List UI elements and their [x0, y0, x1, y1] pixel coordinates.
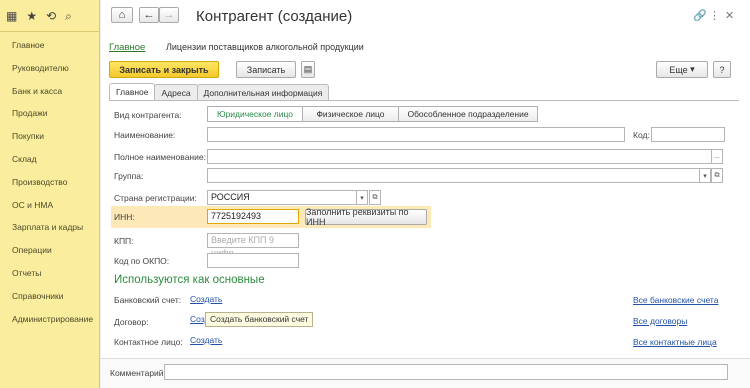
- open-icon[interactable]: ⧉: [711, 168, 723, 183]
- comment-bar: Комментарий:: [101, 358, 750, 388]
- all-contracts-link[interactable]: Все договоры: [633, 316, 687, 326]
- name-label: Наименование:: [114, 130, 176, 140]
- home-button[interactable]: ⌂: [111, 7, 133, 23]
- tooltip: Создать банковский счет: [205, 312, 314, 327]
- comment-label: Комментарий:: [110, 368, 166, 378]
- section-item[interactable]: Руководителю: [0, 57, 99, 80]
- section-item[interactable]: Справочники: [0, 285, 99, 308]
- country-dropdown-icon[interactable]: ▾: [356, 190, 368, 205]
- group-label: Группа:: [114, 171, 144, 181]
- code-label: Код:: [633, 130, 650, 140]
- section-item[interactable]: Банк и касса: [0, 80, 99, 103]
- more-icon[interactable]: ⋮: [709, 9, 720, 22]
- name-field[interactable]: [207, 127, 625, 142]
- home-icon: ⌂: [118, 9, 126, 21]
- section-item[interactable]: Операции: [0, 239, 99, 262]
- save-button[interactable]: Записать: [236, 61, 296, 78]
- section-item[interactable]: Производство: [0, 171, 99, 194]
- arrow-right-icon: →: [163, 9, 175, 21]
- help-button[interactable]: ?: [713, 61, 731, 78]
- country-field[interactable]: РОССИЯ: [207, 190, 357, 205]
- all-contacts-link[interactable]: Все контактные лица: [633, 337, 717, 347]
- comment-field[interactable]: [164, 364, 728, 380]
- tab-divider: [109, 100, 739, 101]
- create-bank-link[interactable]: Создать: [190, 294, 222, 304]
- section-item[interactable]: Склад: [0, 148, 99, 171]
- kpp-label: КПП:: [114, 236, 134, 246]
- more-label: Еще: [669, 64, 688, 75]
- section-item[interactable]: Продажи: [0, 102, 99, 125]
- arrow-left-icon: ←: [143, 9, 155, 21]
- section-title: Используются как основные: [114, 274, 265, 286]
- close-icon[interactable]: ✕: [725, 9, 734, 22]
- search-icon[interactable]: ⌕: [65, 10, 72, 22]
- star-icon[interactable]: ★: [26, 10, 37, 22]
- country-open-icon[interactable]: ⧉: [369, 190, 381, 205]
- all-bank-accounts-link[interactable]: Все банковские счета: [633, 295, 718, 305]
- report-icon[interactable]: ▤: [301, 61, 315, 78]
- sections-panel: ▦ ★ ⟲ ⌕ Главное Руководителю Банк и касс…: [0, 0, 100, 388]
- history-icon[interactable]: ⟲: [46, 10, 56, 22]
- form-panel-links: Главное Лицензии поставщиков алкогольной…: [109, 42, 364, 53]
- back-button[interactable]: ←: [139, 7, 159, 23]
- kpp-field[interactable]: Введите КПП 9 цифр: [207, 233, 299, 258]
- forward-button[interactable]: →: [159, 7, 179, 23]
- contract-label: Договор:: [114, 317, 149, 327]
- inn-label: ИНН:: [114, 212, 135, 222]
- contact-label: Контактное лицо:: [114, 337, 183, 347]
- group-dropdown-icon[interactable]: ▾: [699, 168, 711, 183]
- kind-option-branch[interactable]: Обособленное подразделение: [398, 106, 538, 122]
- section-item[interactable]: Главное: [0, 34, 99, 57]
- tab-extra-info[interactable]: Дополнительная информация: [196, 84, 330, 100]
- inn-field[interactable]: 7725192493: [207, 209, 299, 224]
- toolbar-icons: ▦ ★ ⟲ ⌕: [0, 0, 99, 32]
- okpo-field[interactable]: [207, 253, 299, 268]
- section-item[interactable]: Покупки: [0, 125, 99, 148]
- tabs: Главное Адреса Дополнительная информация: [109, 83, 330, 101]
- full-name-field[interactable]: [207, 149, 712, 164]
- page-title: Контрагент (создание): [196, 8, 353, 25]
- kind-label: Вид контрагента:: [114, 110, 182, 120]
- group-field[interactable]: [207, 168, 700, 183]
- grid-icon[interactable]: ▦: [6, 10, 17, 22]
- more-button[interactable]: Еще ▾: [656, 61, 708, 78]
- bank-label: Банковский счет:: [114, 295, 182, 305]
- kind-option-individual[interactable]: Физическое лицо: [302, 106, 399, 122]
- save-close-button[interactable]: Записать и закрыть: [109, 61, 219, 78]
- fill-by-inn-button[interactable]: Заполнить реквизиты по ИНН: [305, 207, 427, 227]
- code-field[interactable]: [651, 127, 725, 142]
- licenses-link[interactable]: Лицензии поставщиков алкогольной продукц…: [166, 42, 364, 52]
- tab-addresses[interactable]: Адреса: [154, 84, 198, 100]
- section-item[interactable]: ОС и НМА: [0, 194, 99, 217]
- link-icon[interactable]: 🔗: [693, 9, 707, 22]
- section-item[interactable]: Администрирование: [0, 308, 99, 331]
- create-contact-link[interactable]: Создать: [190, 335, 222, 345]
- home-link[interactable]: Главное: [109, 42, 145, 53]
- ellipsis-button[interactable]: ...: [711, 149, 723, 164]
- form-window: ⌂ ← → Контрагент (создание) 🔗 ⋮ ✕ Главно…: [101, 0, 750, 388]
- sections-list: Главное Руководителю Банк и касса Продаж…: [0, 32, 99, 330]
- okpo-label: Код по ОКПО:: [114, 256, 170, 266]
- kind-option-legal[interactable]: Юридическое лицо: [207, 106, 303, 122]
- country-label: Страна регистрации:: [114, 193, 197, 203]
- section-item[interactable]: Отчеты: [0, 262, 99, 285]
- section-item[interactable]: Зарплата и кадры: [0, 216, 99, 239]
- tab-main[interactable]: Главное: [109, 83, 156, 100]
- full-name-label: Полное наименование:: [114, 152, 206, 162]
